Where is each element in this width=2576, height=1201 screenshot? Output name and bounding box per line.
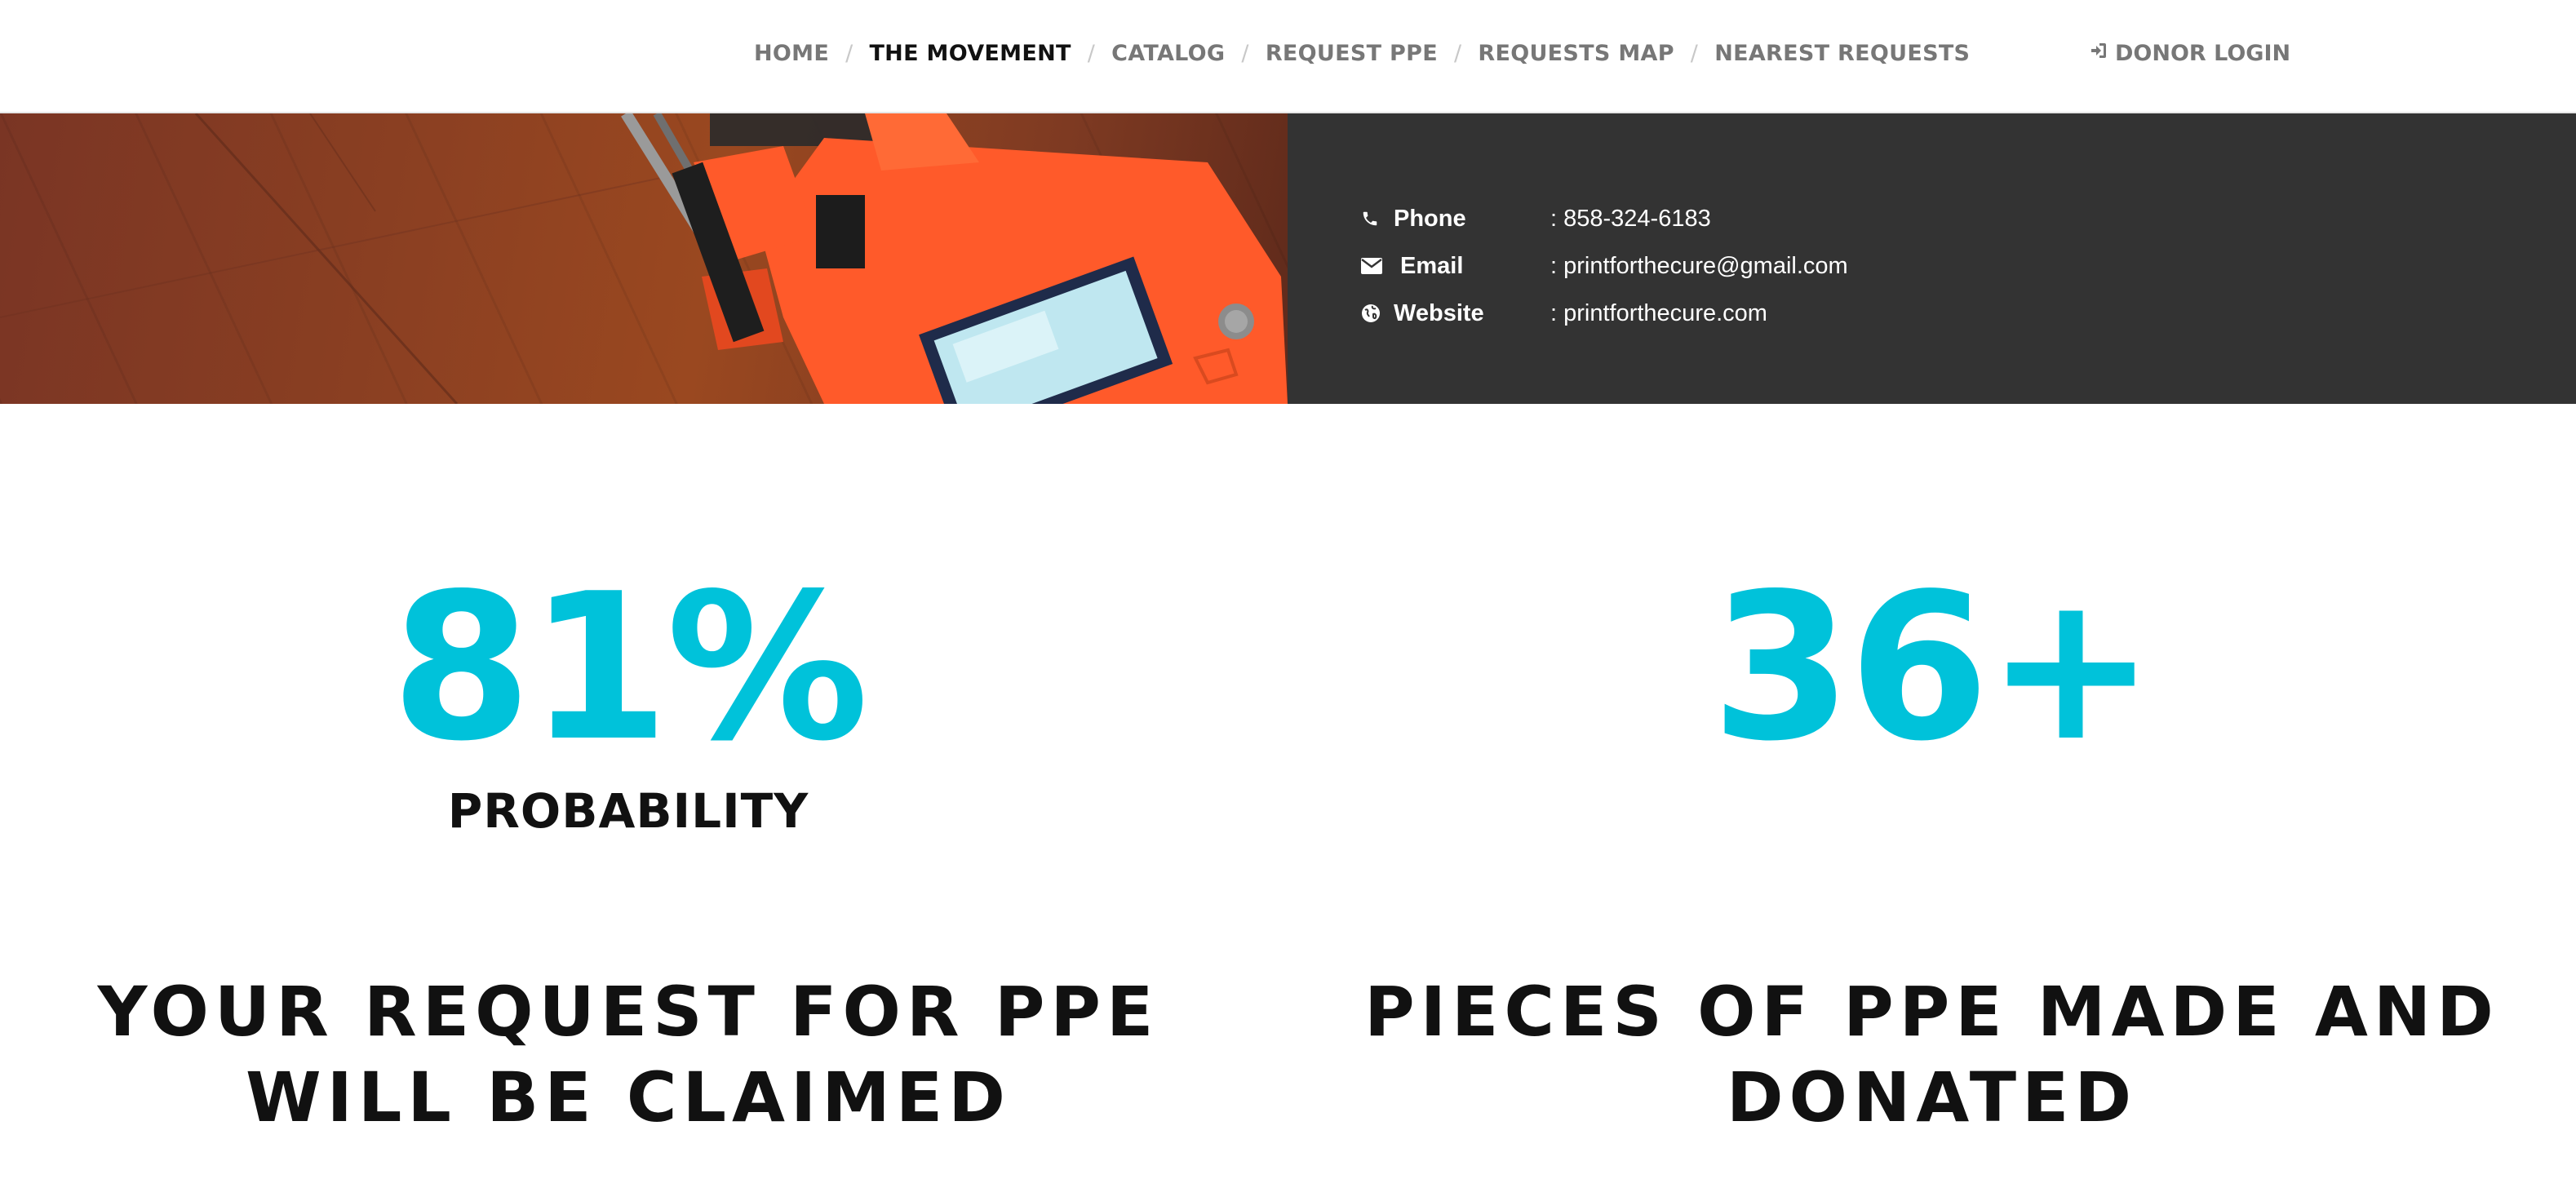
- nav-separator: /: [1690, 41, 1699, 66]
- contact-panel: Phone : 858-324-6183 Email : printforthe…: [1288, 113, 2576, 404]
- main-nav: HOME / THE MOVEMENT / CATALOG / REQUEST …: [754, 41, 1970, 66]
- nav-separator: /: [1241, 41, 1249, 66]
- stat-caption-line: WILL BE CLAIMED: [246, 1057, 1011, 1137]
- stat-number: 36+: [1711, 551, 2156, 786]
- stat-caption: YOUR REQUEST FOR PPE WILL BE CLAIMED: [0, 969, 1257, 1141]
- nav-separator: /: [1453, 41, 1462, 66]
- nav-catalog[interactable]: CATALOG: [1111, 41, 1225, 66]
- nav-home[interactable]: HOME: [754, 41, 829, 66]
- contact-website-label: Website: [1394, 299, 1484, 326]
- stat-caption-line: DONATED: [1726, 1057, 2138, 1137]
- nav-separator: /: [1087, 41, 1096, 66]
- contact-email-value[interactable]: : printforthecure@gmail.com: [1550, 253, 1848, 280]
- stat-caption: PIECES OF PPE MADE AND DONATED: [1288, 969, 2576, 1141]
- stat-caption-line: YOUR REQUEST FOR PPE: [97, 972, 1159, 1052]
- nav-the-movement[interactable]: THE MOVEMENT: [869, 41, 1071, 66]
- stat-sublabel: PROBABILITY: [447, 783, 809, 839]
- hero-printer-photo: [0, 113, 1288, 404]
- nav-separator: /: [845, 41, 853, 66]
- contact-website-value[interactable]: : printforthecure.com: [1550, 300, 1767, 327]
- stat-caption-line: PIECES OF PPE MADE AND: [1364, 972, 2499, 1052]
- contact-email-label: Email: [1400, 252, 1464, 279]
- top-navbar: HOME / THE MOVEMENT / CATALOG / REQUEST …: [0, 0, 2576, 113]
- nav-requests-map[interactable]: REQUESTS MAP: [1478, 41, 1674, 66]
- stat-number: 81%: [391, 551, 869, 786]
- contact-phone-row: Phone : 858-324-6183: [1361, 195, 1848, 242]
- donor-login-link[interactable]: DONOR LOGIN: [2089, 41, 2290, 66]
- contact-phone-value[interactable]: : 858-324-6183: [1550, 206, 1711, 233]
- nav-nearest-requests[interactable]: NEAREST REQUESTS: [1714, 41, 1970, 66]
- globe-icon: [1361, 304, 1394, 323]
- contact-website-row: Website : printforthecure.com: [1361, 290, 1848, 337]
- nav-request-ppe[interactable]: REQUEST PPE: [1266, 41, 1438, 66]
- contact-list: Phone : 858-324-6183 Email : printforthe…: [1361, 195, 1848, 337]
- sign-in-icon: [2089, 41, 2108, 66]
- phone-icon: [1361, 210, 1394, 228]
- contact-phone-label: Phone: [1394, 205, 1466, 232]
- donor-login-label: DONOR LOGIN: [2115, 41, 2291, 66]
- envelope-icon: [1361, 258, 1394, 274]
- contact-email-row: Email : printforthecure@gmail.com: [1361, 242, 1848, 290]
